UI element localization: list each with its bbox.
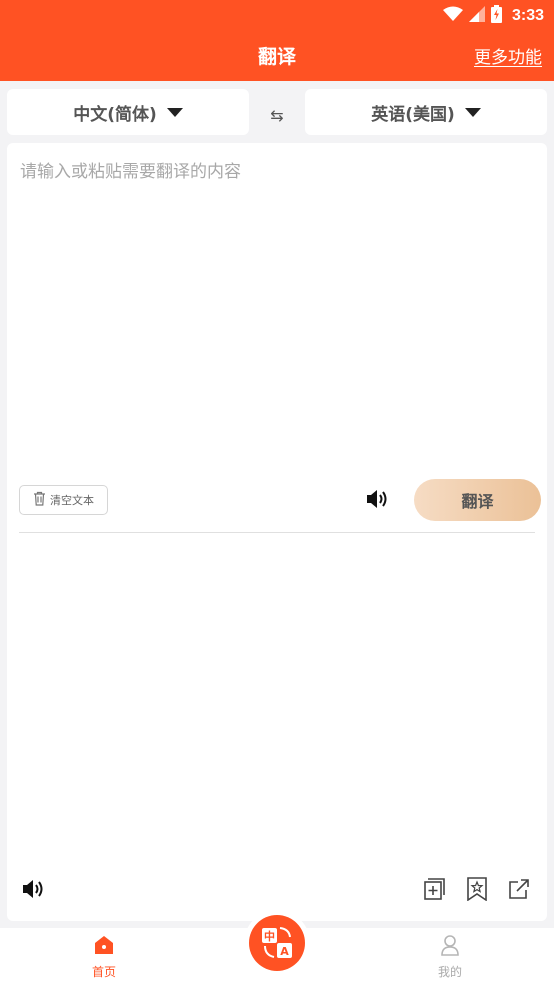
source-language-select[interactable]: 中文(简体) [7, 89, 249, 135]
clear-text-button[interactable]: 清空文本 [19, 485, 108, 515]
source-text-input[interactable]: 请输入或粘贴需要翻译的内容 [20, 157, 241, 182]
source-language-label: 中文(简体) [73, 104, 157, 125]
chevron-down-icon [166, 107, 183, 117]
status-time: 3:33 [511, 7, 544, 24]
app-header: 3:33 翻译 更多功能 [0, 0, 554, 81]
clear-text-label: 清空文本 [50, 494, 94, 507]
tab-home[interactable]: 首页 [64, 934, 144, 980]
translation-card: 请输入或粘贴需要翻译的内容 清空文本 翻译 [7, 143, 547, 921]
add-to-notebook-icon[interactable] [423, 877, 447, 901]
trash-icon [33, 491, 46, 509]
divider [19, 532, 535, 533]
output-actions [423, 877, 531, 901]
target-language-label: 英语(美国) [371, 104, 455, 125]
center-translate-button[interactable]: 中 A [244, 910, 310, 976]
profile-icon [439, 934, 461, 959]
tab-mine[interactable]: 我的 [410, 934, 490, 980]
signal-icon [468, 6, 485, 26]
chevron-down-icon [464, 107, 481, 117]
home-icon [93, 934, 115, 959]
status-bar: 3:33 [442, 4, 544, 28]
target-language-select[interactable]: 英语(美国) [305, 89, 547, 135]
favorite-icon[interactable] [465, 877, 489, 901]
tab-mine-label: 我的 [437, 965, 462, 979]
more-features-link[interactable]: 更多功能 [474, 43, 542, 68]
share-icon[interactable] [507, 877, 531, 901]
swap-languages-icon[interactable]: ⇆ [264, 105, 290, 125]
tab-home-label: 首页 [91, 965, 116, 979]
page-title: 翻译 [257, 46, 296, 68]
speaker-icon[interactable] [363, 485, 391, 513]
speaker-icon[interactable] [19, 875, 47, 903]
language-bar: 中文(简体) ⇆ 英语(美国) [0, 81, 554, 143]
battery-charging-icon [490, 5, 502, 27]
translate-app-glyph-zh: 中 [264, 929, 275, 943]
translate-app-glyph-a: A [280, 945, 289, 958]
translate-app-icon: 中 A [249, 915, 305, 971]
wifi-icon [442, 6, 463, 26]
translate-button[interactable]: 翻译 [414, 479, 541, 521]
